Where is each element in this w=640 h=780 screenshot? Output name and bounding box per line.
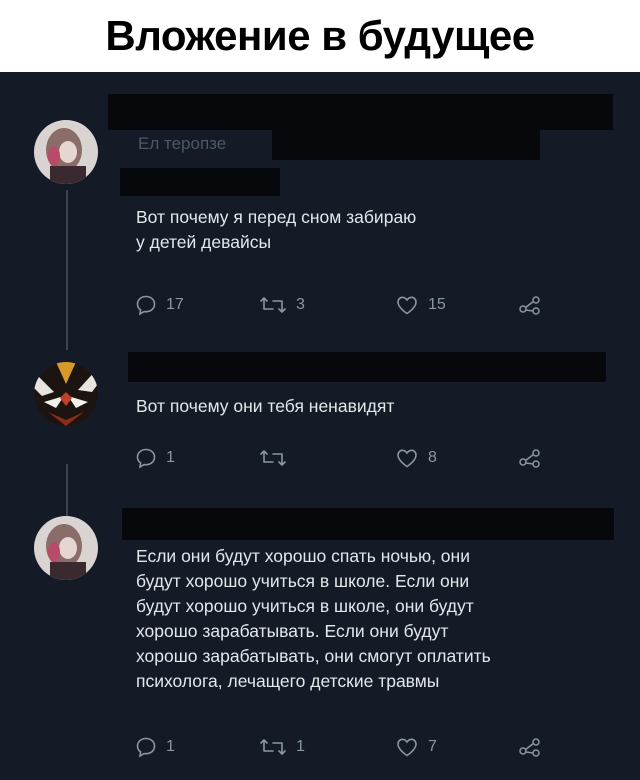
share-button[interactable] bbox=[518, 294, 542, 316]
share-nodes-icon bbox=[519, 296, 540, 315]
tweet-thread: Ел теропзе Вот почему я перед сном забир… bbox=[0, 72, 640, 780]
reply-count: 1 bbox=[166, 738, 175, 755]
redacted-date bbox=[120, 168, 280, 196]
like-count: 7 bbox=[428, 738, 437, 755]
tweet-text: Вот почему они тебя ненавидят bbox=[136, 396, 395, 416]
share-nodes-icon bbox=[519, 449, 540, 468]
avatar[interactable] bbox=[34, 120, 98, 184]
avatar[interactable] bbox=[34, 362, 98, 426]
speech-bubble-icon bbox=[136, 737, 156, 758]
speech-bubble-icon bbox=[136, 295, 156, 316]
tweet-text: Если они будут хорошо спать ночью, они б… bbox=[136, 546, 491, 691]
like-button[interactable]: 15 bbox=[395, 294, 446, 316]
share-nodes-icon bbox=[519, 738, 540, 757]
retweet-count: 3 bbox=[296, 296, 305, 313]
like-count: 15 bbox=[428, 296, 446, 313]
heart-icon bbox=[397, 449, 417, 468]
reply-button[interactable]: 17 bbox=[135, 294, 184, 316]
avatar[interactable] bbox=[34, 516, 98, 580]
thread-line bbox=[66, 190, 68, 350]
redacted-name bbox=[108, 94, 613, 130]
redacted-name bbox=[122, 508, 614, 540]
like-count: 8 bbox=[428, 449, 437, 466]
retweet-arrows-icon bbox=[260, 739, 286, 755]
retweet-arrows-icon bbox=[260, 450, 286, 466]
heart-icon bbox=[397, 738, 417, 757]
like-button[interactable]: 7 bbox=[395, 736, 437, 758]
reply-button[interactable]: 1 bbox=[135, 736, 175, 758]
retweet-arrows-icon bbox=[260, 297, 286, 313]
heart-icon bbox=[397, 296, 417, 315]
reply-button[interactable]: 1 bbox=[135, 447, 175, 469]
page-title: Вложение в будущее bbox=[105, 12, 535, 59]
tweet-text: Вот почему я перед сном забираю у детей … bbox=[136, 207, 417, 252]
redacted-handle bbox=[272, 130, 540, 160]
retweet-count: 1 bbox=[296, 738, 305, 755]
share-button[interactable] bbox=[518, 447, 542, 469]
reply-count: 1 bbox=[166, 449, 175, 466]
share-button[interactable] bbox=[518, 736, 542, 758]
retweet-button[interactable] bbox=[259, 447, 296, 469]
reply-count: 17 bbox=[166, 296, 184, 313]
like-button[interactable]: 8 bbox=[395, 447, 437, 469]
author-fragment: Ел теропзе bbox=[138, 134, 227, 153]
redacted-name bbox=[128, 352, 606, 382]
retweet-button[interactable]: 3 bbox=[259, 294, 305, 316]
retweet-button[interactable]: 1 bbox=[259, 736, 305, 758]
thread-line bbox=[66, 464, 68, 518]
speech-bubble-icon bbox=[136, 448, 156, 469]
